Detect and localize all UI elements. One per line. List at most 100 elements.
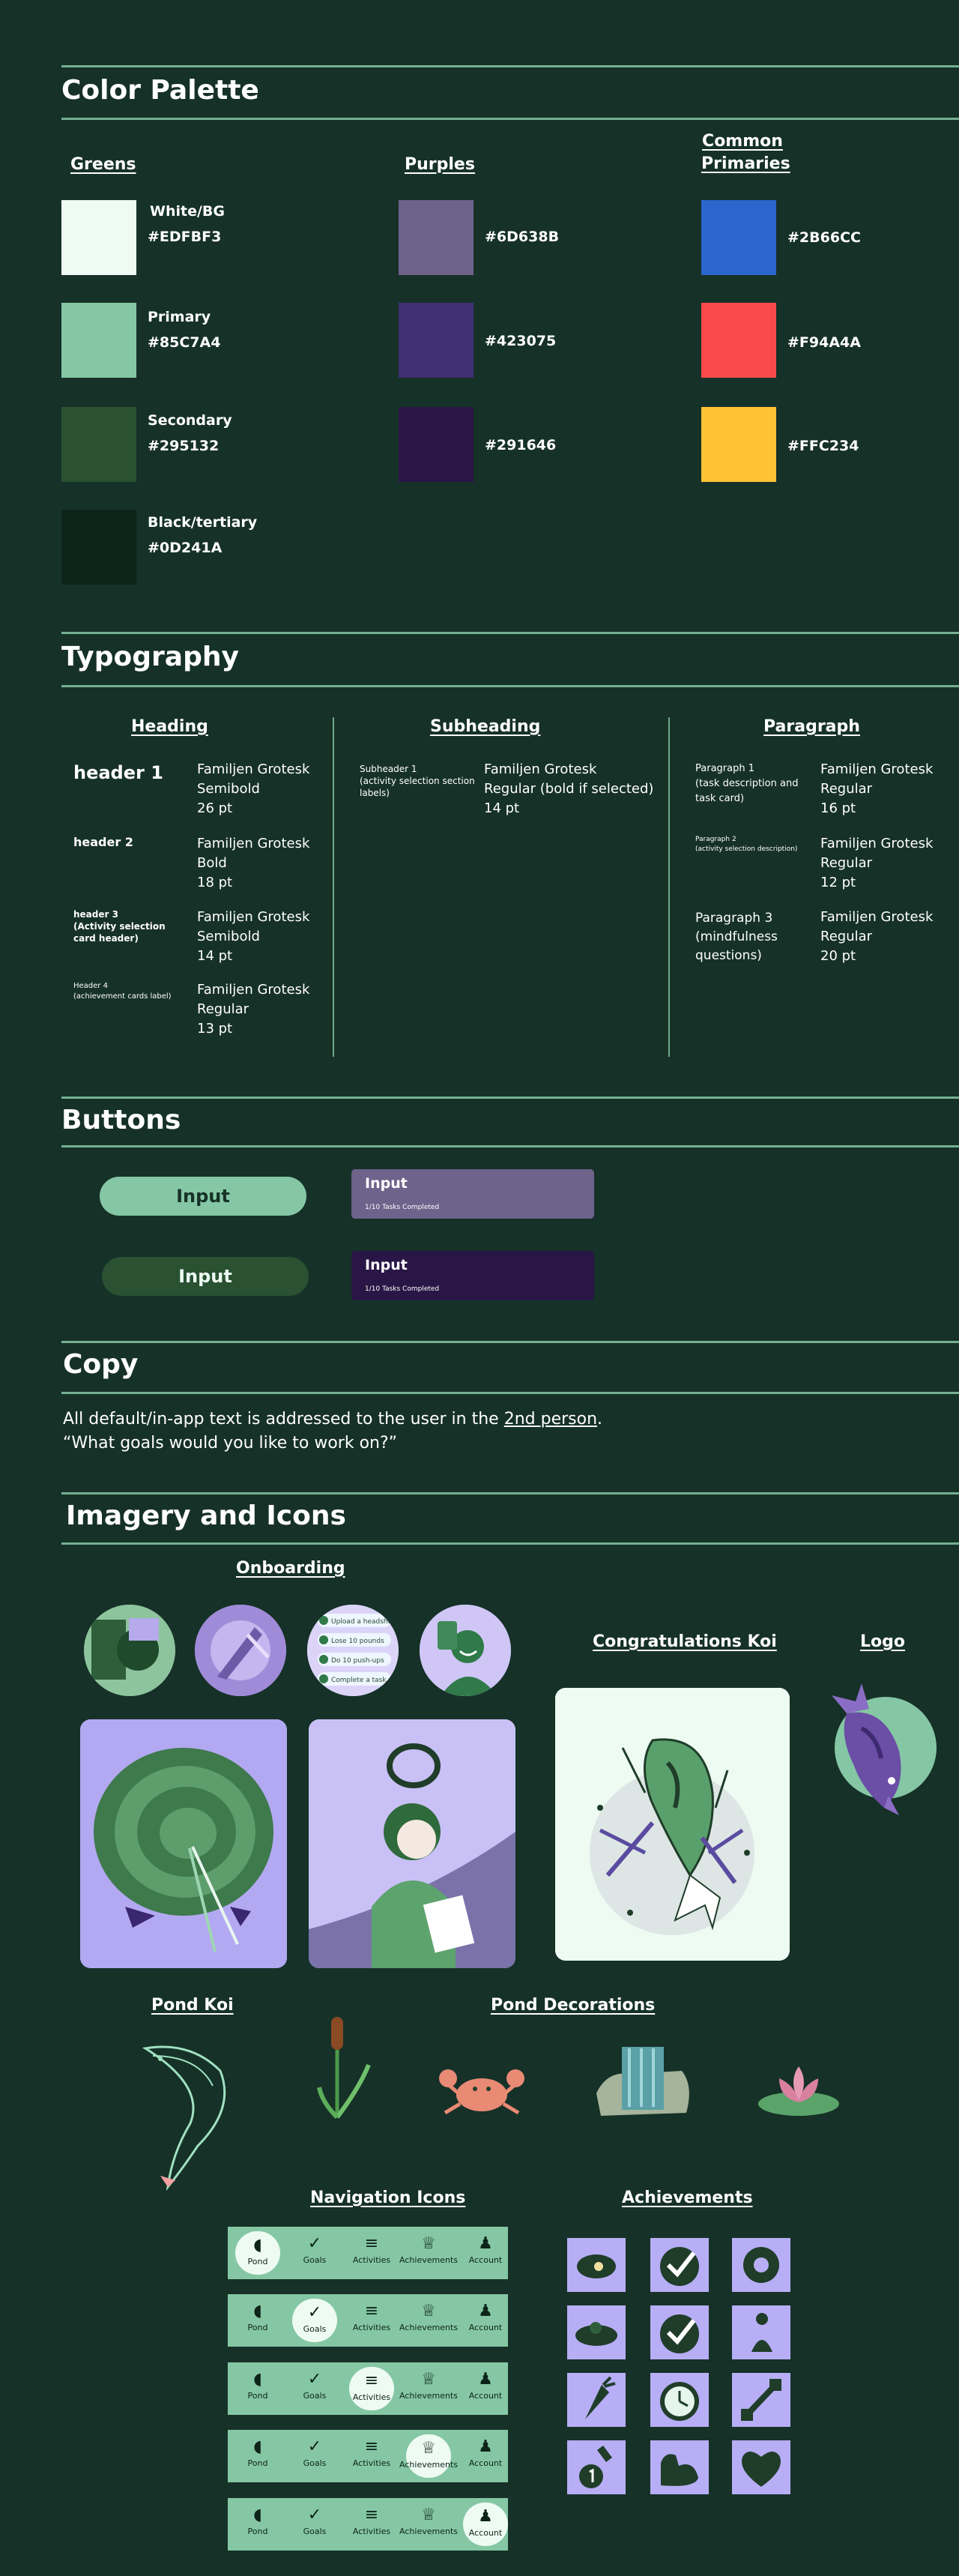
nav-item-pond[interactable]: ◖ Pond xyxy=(235,2430,280,2482)
nav-item-goals[interactable]: ✓ Goals xyxy=(292,2227,337,2279)
font-weight: Regular xyxy=(820,781,873,797)
paragraph3-spec: Familjen Grotesk Regular 20 pt xyxy=(820,908,933,966)
lotus-decoration xyxy=(757,2059,841,2119)
activities-icon: ≡ xyxy=(364,2371,379,2390)
achievements-icon: ♕ xyxy=(421,2234,436,2253)
swatch-purple-3 xyxy=(399,407,474,482)
header4-sample: Header 4 (achievement cards label) xyxy=(73,982,172,1001)
nav-item-account[interactable]: ♟ Account xyxy=(463,2503,508,2546)
color-palette-title: Color Palette xyxy=(61,75,259,106)
header1-spec: Familjen Grotesk Semibold 26 pt xyxy=(197,760,309,818)
nav-item-goals[interactable]: ✓ Goals xyxy=(292,2430,337,2482)
nav-item-pond[interactable]: ◖ Pond xyxy=(235,2231,280,2275)
swatch-primary xyxy=(61,303,136,378)
nav-item-label: Account xyxy=(468,2458,503,2468)
congrats-koi-title: Congratulations Koi xyxy=(593,1632,777,1651)
task-card-progress: 1/10 Tasks Completed xyxy=(365,1285,440,1293)
logo-title: Logo xyxy=(860,1632,905,1651)
buttons-title: Buttons xyxy=(61,1105,181,1135)
task-card-button-light[interactable]: Input 1/10 Tasks Completed xyxy=(351,1169,594,1219)
nav-item-label: Goals xyxy=(303,2527,327,2536)
section-divider xyxy=(61,65,959,67)
nav-item-account[interactable]: ♟ Account xyxy=(463,2227,508,2279)
section-divider xyxy=(61,1145,959,1147)
font-weight: Regular xyxy=(820,929,873,944)
font-name: Familjen Grotesk xyxy=(820,909,934,925)
crab-decoration xyxy=(433,2063,530,2117)
nav-item-goals[interactable]: ✓ Goals xyxy=(292,2299,337,2342)
pond-decorations-title: Pond Decorations xyxy=(491,1996,656,2015)
task-card-button-dark[interactable]: Input 1/10 Tasks Completed xyxy=(351,1251,594,1300)
font-size: 14 pt xyxy=(197,948,233,964)
font-weight: Regular xyxy=(197,1001,249,1017)
font-weight: Regular (bold if selected) xyxy=(484,781,654,797)
nav-item-achievements[interactable]: ♕ Achievements xyxy=(399,2362,458,2415)
goals-icon: ✓ xyxy=(307,2506,322,2524)
nav-item-activities[interactable]: ≡ Activities xyxy=(349,2227,394,2279)
nav-item-pond[interactable]: ◖ Pond xyxy=(235,2362,280,2415)
nav-item-activities[interactable]: ≡ Activities xyxy=(349,2367,394,2410)
primaries-title-line2: Primaries xyxy=(701,154,790,173)
task-card-title: Input xyxy=(365,1257,408,1273)
swatch-purple-2 xyxy=(399,303,474,378)
achievement-carrot xyxy=(567,2373,626,2427)
swatch-blue xyxy=(701,200,776,275)
swatch-hex: #F94A4A xyxy=(787,334,861,351)
swatch-hex: #85C7A4 xyxy=(148,334,221,351)
nav-item-account[interactable]: ♟ Account xyxy=(463,2362,508,2415)
nav-item-account[interactable]: ♟ Account xyxy=(463,2430,508,2482)
achievement-flexed-arm xyxy=(650,2440,709,2494)
nav-item-achievements[interactable]: ♕ Achievements xyxy=(399,2498,458,2551)
secondary-pill-button[interactable]: Input xyxy=(102,1257,309,1296)
nav-item-label: Achievements xyxy=(399,2460,458,2470)
font-name: Familjen Grotesk xyxy=(197,836,310,851)
nav-item-goals[interactable]: ✓ Goals xyxy=(292,2498,337,2551)
achievements-icon: ♕ xyxy=(421,2506,436,2524)
nav-item-pond[interactable]: ◖ Pond xyxy=(235,2294,280,2347)
imagery-title: Imagery and Icons xyxy=(66,1500,346,1531)
primary-pill-button[interactable]: Input xyxy=(100,1177,306,1216)
swatch-hex: #6D638B xyxy=(485,229,560,245)
activities-icon: ≡ xyxy=(364,2234,379,2253)
swatch-label: Black/tertiary #0D241A xyxy=(148,510,257,561)
nav-item-label: Account xyxy=(468,2255,503,2265)
font-size: 13 pt xyxy=(197,1021,233,1037)
copy-emphasis: 2nd person xyxy=(503,1410,598,1429)
account-icon: ♟ xyxy=(478,2234,493,2253)
account-icon: ♟ xyxy=(478,2507,493,2526)
header4-spec: Familjen Grotesk Regular 13 pt xyxy=(197,980,309,1039)
section-divider xyxy=(61,1097,959,1099)
achievement-dumbbell xyxy=(732,2373,790,2427)
subheading-title: Subheading xyxy=(430,717,541,736)
nav-item-achievements[interactable]: ♕ Achievements xyxy=(399,2434,458,2478)
nav-item-activities[interactable]: ≡ Activities xyxy=(349,2498,394,2551)
header2-spec: Familjen Grotesk Bold 18 pt xyxy=(197,834,309,893)
nav-item-label: Account xyxy=(468,2391,503,2401)
swatch-secondary xyxy=(61,407,136,482)
font-name: Familjen Grotesk xyxy=(820,761,934,777)
swatch-hex: #FFC234 xyxy=(787,438,859,454)
achievements-icon: ♕ xyxy=(421,2439,436,2458)
activities-icon: ≡ xyxy=(364,2437,379,2456)
nav-item-label: Pond xyxy=(247,2257,268,2266)
font-size: 18 pt xyxy=(197,875,233,890)
section-divider xyxy=(61,685,959,687)
section-divider xyxy=(61,118,959,120)
section-divider xyxy=(61,1341,959,1343)
column-divider xyxy=(333,717,334,1057)
nav-item-pond[interactable]: ◖ Pond xyxy=(235,2498,280,2551)
nav-item-account[interactable]: ♟ Account xyxy=(463,2294,508,2347)
nav-item-label: Achievements xyxy=(399,2255,458,2265)
font-size: 26 pt xyxy=(197,800,233,816)
nav-item-activities[interactable]: ≡ Activities xyxy=(349,2430,394,2482)
goals-icon: ✓ xyxy=(307,2370,322,2389)
nav-item-achievements[interactable]: ♕ Achievements xyxy=(399,2227,458,2279)
swatch-name: White/BG xyxy=(150,203,225,220)
nav-item-achievements[interactable]: ♕ Achievements xyxy=(399,2294,458,2347)
subheader1-sample: Subheader 1 (activity selection section … xyxy=(360,764,475,798)
nav-item-activities[interactable]: ≡ Activities xyxy=(349,2294,394,2347)
navigation-icons-title: Navigation Icons xyxy=(310,2189,466,2207)
swatch-yellow xyxy=(701,407,776,482)
column-divider xyxy=(668,717,670,1057)
nav-item-goals[interactable]: ✓ Goals xyxy=(292,2362,337,2415)
